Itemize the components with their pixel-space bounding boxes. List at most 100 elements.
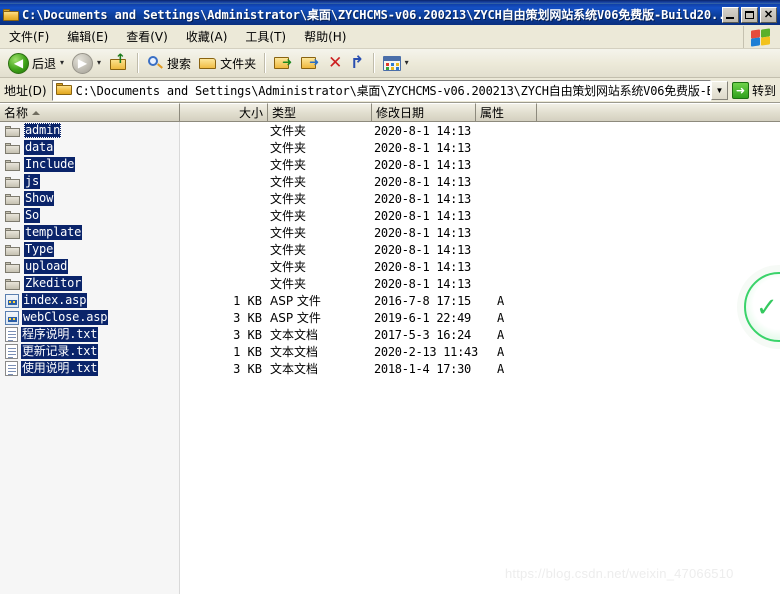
table-row[interactable]: So 文件夹 2020-8-1 14:13 bbox=[0, 207, 780, 224]
address-input[interactable]: C:\Documents and Settings\Administrator\… bbox=[51, 79, 711, 101]
column-header-name[interactable]: 名称 bbox=[0, 103, 180, 122]
views-icon bbox=[382, 55, 401, 71]
file-date-cell: 2020-8-1 14:13 bbox=[374, 140, 471, 155]
file-name-cell[interactable]: data bbox=[0, 140, 180, 155]
folder-icon bbox=[5, 158, 21, 172]
maximize-button[interactable] bbox=[741, 6, 758, 23]
file-name-label: webClose.asp bbox=[22, 310, 109, 325]
title-bar[interactable]: C:\Documents and Settings\Administrator\… bbox=[0, 4, 780, 25]
file-name-cell[interactable]: Show bbox=[0, 191, 180, 206]
delete-button[interactable]: ✕ bbox=[324, 52, 346, 75]
search-button[interactable]: 搜索 bbox=[143, 52, 195, 75]
file-name-cell[interactable]: js bbox=[0, 174, 180, 189]
move-to-button[interactable]: ➜ bbox=[270, 52, 297, 75]
table-row[interactable]: Show 文件夹 2020-8-1 14:13 bbox=[0, 190, 780, 207]
menu-file[interactable]: 文件(F) bbox=[0, 25, 58, 48]
up-button[interactable]: ↑ bbox=[105, 52, 133, 75]
file-name-cell[interactable]: 程序说明.txt bbox=[0, 327, 180, 342]
menu-edit[interactable]: 编辑(E) bbox=[58, 25, 117, 48]
sort-ascending-icon bbox=[32, 110, 41, 115]
file-type-cell: 文件夹 bbox=[270, 124, 307, 138]
folder-icon bbox=[5, 277, 21, 291]
folders-button[interactable]: 文件夹 bbox=[195, 52, 260, 75]
copy-to-button[interactable]: ➜ bbox=[297, 52, 324, 75]
table-row[interactable]: js 文件夹 2020-8-1 14:13 bbox=[0, 173, 780, 190]
file-name-cell[interactable]: template bbox=[0, 225, 180, 240]
file-name-cell[interactable]: Zkeditor bbox=[0, 276, 180, 291]
search-label: 搜索 bbox=[167, 56, 192, 71]
check-icon: ✓ bbox=[756, 293, 778, 323]
column-header-size[interactable]: 大小 bbox=[180, 103, 268, 122]
table-row[interactable]: data 文件夹 2020-8-1 14:13 bbox=[0, 139, 780, 156]
file-name-cell[interactable]: webClose.asp bbox=[0, 310, 180, 325]
menu-help[interactable]: 帮助(H) bbox=[295, 25, 355, 48]
table-row[interactable]: 使用说明.txt 3 KB 文本文档 2018-1-4 17:30 A bbox=[0, 360, 780, 377]
table-row[interactable]: upload 文件夹 2020-8-1 14:13 bbox=[0, 258, 780, 275]
text-file-icon bbox=[5, 361, 18, 376]
column-header-type[interactable]: 类型 bbox=[268, 103, 372, 122]
file-type-cell: 文件夹 bbox=[270, 243, 307, 257]
file-type-cell: 文件夹 bbox=[270, 226, 307, 240]
file-name-cell[interactable]: index.asp bbox=[0, 293, 180, 308]
file-list[interactable]: admin 文件夹 2020-8-1 14:13 data 文件夹 2020-8-1 14… bbox=[0, 122, 780, 594]
menu-tools[interactable]: 工具(T) bbox=[236, 25, 295, 48]
folders-icon bbox=[199, 56, 217, 71]
search-icon bbox=[147, 55, 164, 72]
close-button[interactable]: ✕ bbox=[760, 6, 777, 23]
toolbar: ◀ 后退 ▾ ▶ ▾ ↑ 搜索 文件夹 ➜ ➜ ✕ ↰ ▾ bbox=[0, 49, 780, 78]
file-name-cell[interactable]: upload bbox=[0, 259, 180, 274]
file-attributes-cell: A bbox=[497, 310, 505, 325]
file-type-cell: ASP 文件 bbox=[270, 311, 321, 325]
table-row[interactable]: 程序说明.txt 3 KB 文本文档 2017-5-3 16:24 A bbox=[0, 326, 780, 343]
file-name-cell[interactable]: So bbox=[0, 208, 180, 223]
asp-file-icon bbox=[5, 310, 19, 325]
file-date-cell: 2020-8-1 14:13 bbox=[374, 259, 471, 274]
folder-icon bbox=[5, 192, 21, 206]
file-name-cell[interactable]: Type bbox=[0, 242, 180, 257]
back-button[interactable]: ◀ 后退 ▾ bbox=[4, 52, 68, 75]
folder-icon bbox=[5, 175, 21, 189]
close-icon: ✕ bbox=[763, 8, 774, 21]
file-type-cell: 文本文档 bbox=[270, 362, 319, 376]
address-dropdown-button[interactable]: ▼ bbox=[710, 80, 728, 100]
table-row[interactable]: Include 文件夹 2020-8-1 14:13 bbox=[0, 156, 780, 173]
undo-button[interactable]: ↰ bbox=[346, 52, 368, 75]
menu-view[interactable]: 查看(V) bbox=[117, 25, 177, 48]
column-header-date[interactable]: 修改日期 bbox=[372, 103, 476, 122]
go-arrow-icon: ➜ bbox=[731, 81, 749, 99]
up-folder-icon: ↑ bbox=[109, 53, 129, 73]
table-row[interactable]: Type 文件夹 2020-8-1 14:13 bbox=[0, 241, 780, 258]
file-type-cell: 文本文档 bbox=[270, 328, 319, 342]
file-name-cell[interactable]: admin bbox=[0, 123, 180, 138]
table-row[interactable]: Zkeditor 文件夹 2020-8-1 14:13 bbox=[0, 275, 780, 292]
forward-dropdown-caret[interactable]: ▾ bbox=[97, 59, 101, 67]
minimize-button[interactable] bbox=[722, 6, 739, 23]
file-type-cell: 文件夹 bbox=[270, 158, 307, 172]
menu-bar: 文件(F) 编辑(E) 查看(V) 收藏(A) 工具(T) 帮助(H) bbox=[0, 25, 780, 49]
address-label: 地址(D) bbox=[4, 83, 47, 98]
table-row[interactable]: webClose.asp 3 KB ASP 文件 2019-6-1 22:49 A bbox=[0, 309, 780, 326]
menu-favorites[interactable]: 收藏(A) bbox=[177, 25, 237, 48]
file-name-cell[interactable]: Include bbox=[0, 157, 180, 172]
views-dropdown-caret[interactable]: ▾ bbox=[405, 59, 409, 67]
file-date-cell: 2020-2-13 11:43 bbox=[374, 344, 478, 359]
folder-icon bbox=[5, 141, 21, 155]
file-name-cell[interactable]: 更新记录.txt bbox=[0, 344, 180, 359]
file-attributes-cell: A bbox=[497, 344, 505, 359]
go-button[interactable]: ➜ 转到 bbox=[729, 79, 780, 102]
file-attributes-cell: A bbox=[497, 361, 505, 376]
table-row[interactable]: admin 文件夹 2020-8-1 14:13 bbox=[0, 122, 780, 139]
file-size-cell: 1 KB bbox=[233, 293, 262, 308]
file-rows: admin 文件夹 2020-8-1 14:13 data 文件夹 2020-8-1 14… bbox=[0, 122, 780, 377]
watermark-text: https://blog.csdn.net/weixin_47066510 bbox=[505, 566, 734, 581]
file-name-cell[interactable]: 使用说明.txt bbox=[0, 361, 180, 376]
file-name-label: Type bbox=[24, 242, 55, 257]
file-name-label: Zkeditor bbox=[24, 276, 83, 291]
table-row[interactable]: 更新记录.txt 1 KB 文本文档 2020-2-13 11:43 A bbox=[0, 343, 780, 360]
column-header-attributes[interactable]: 属性 bbox=[476, 103, 537, 122]
table-row[interactable]: template 文件夹 2020-8-1 14:13 bbox=[0, 224, 780, 241]
back-dropdown-caret[interactable]: ▾ bbox=[60, 59, 64, 67]
forward-button[interactable]: ▶ ▾ bbox=[68, 52, 105, 75]
table-row[interactable]: index.asp 1 KB ASP 文件 2016-7-8 17:15 A bbox=[0, 292, 780, 309]
views-button[interactable]: ▾ bbox=[379, 52, 413, 75]
